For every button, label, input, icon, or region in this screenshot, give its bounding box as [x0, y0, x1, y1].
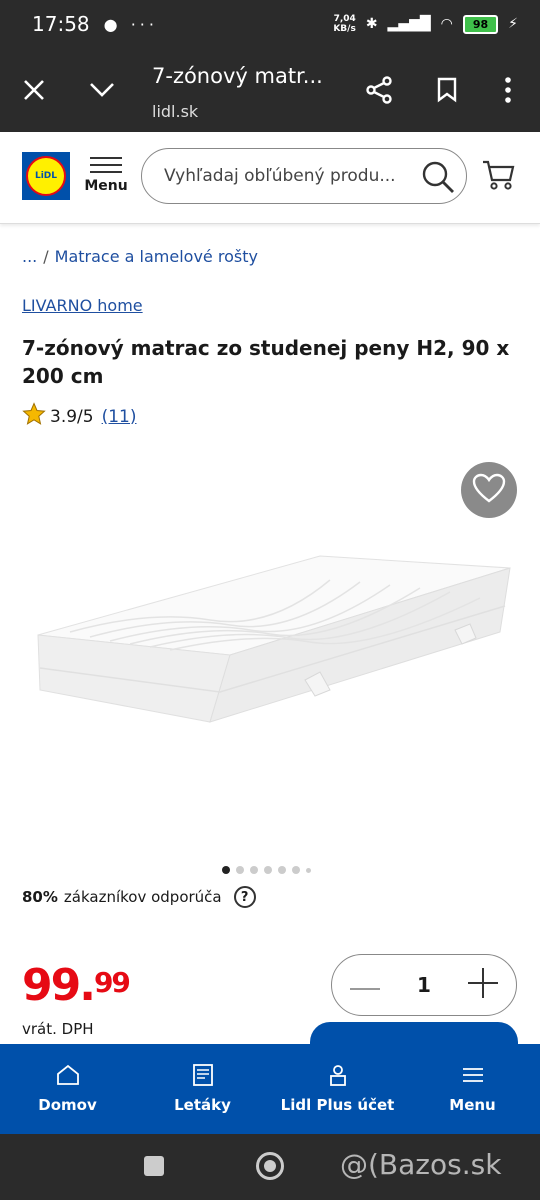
recommend-text: zákazníkov odporúča: [63, 888, 222, 906]
quantity-value[interactable]: 1: [417, 973, 431, 997]
carousel-dot[interactable]: [292, 866, 300, 874]
browser-toolbar: 7-zónový matr... lidl.sk: [0, 48, 540, 132]
page-title: 7-zónový matr...: [152, 64, 323, 88]
star-icon: [22, 402, 46, 431]
price-integer: 99.: [22, 960, 96, 1011]
battery-icon: 98: [462, 14, 499, 34]
chevron-down-icon[interactable]: [84, 72, 120, 108]
home-button[interactable]: [256, 1152, 284, 1180]
watermark: @(Bazos.sk: [340, 1148, 502, 1181]
search-box[interactable]: [141, 148, 467, 204]
leaflet-icon: [191, 1064, 215, 1090]
menu-label: Menu: [84, 178, 128, 194]
url-host[interactable]: lidl.sk: [152, 102, 198, 121]
carousel-dot[interactable]: [222, 866, 230, 874]
bottom-nav: Domov Letáky Lidl Plus účet Menu: [0, 1044, 540, 1134]
hamburger-icon: [84, 157, 128, 173]
carousel-dot[interactable]: [236, 866, 244, 874]
rating-count-link[interactable]: (11): [102, 407, 137, 427]
rating: 3.9/5 (11): [22, 402, 137, 431]
recommendation: 80% zákazníkov odporúča ?: [22, 886, 256, 908]
site-header: LiDL Menu: [0, 132, 540, 224]
brand-link[interactable]: LIVARNO home: [22, 296, 143, 315]
recents-button[interactable]: [144, 1156, 164, 1176]
rating-value: 3.9/5: [50, 406, 94, 427]
menu-icon: [461, 1064, 485, 1090]
breadcrumb-separator: /: [43, 247, 49, 266]
product-image[interactable]: [30, 540, 520, 740]
price: 99.99: [22, 960, 131, 1011]
help-icon[interactable]: ?: [233, 886, 256, 908]
vat-note: vrát. DPH: [22, 1020, 94, 1038]
home-icon: [56, 1064, 80, 1090]
product-title: 7-zónový matrac zo studenej peny H2, 90 …: [22, 336, 510, 388]
plus-icon[interactable]: [467, 968, 498, 1002]
nav-item-menu[interactable]: Menu: [405, 1044, 540, 1134]
nav-item-leaflets[interactable]: Letáky: [135, 1044, 270, 1134]
price-decimal: 99: [93, 966, 131, 999]
carousel-dot[interactable]: [264, 866, 272, 874]
breadcrumb-category[interactable]: Matrace a lamelové rošty: [55, 247, 258, 266]
carousel-dot[interactable]: [250, 866, 258, 874]
status-right: 7,04 KB/s ✱ ▂▄▆█ ◠ 98 ⚡: [333, 14, 518, 34]
carousel-dot[interactable]: [306, 867, 311, 873]
bookmark-icon[interactable]: [429, 72, 465, 108]
signal-icon: ▂▄▆█: [387, 16, 431, 32]
quantity-stepper[interactable]: 1: [331, 954, 517, 1016]
nav-label: Menu: [449, 1096, 496, 1114]
more-vertical-icon[interactable]: [490, 72, 526, 108]
breadcrumb: ... / Matrace a lamelové rošty: [22, 247, 258, 266]
search-icon[interactable]: [420, 159, 456, 199]
share-icon[interactable]: [361, 72, 397, 108]
charging-icon: ⚡: [508, 16, 518, 32]
nav-item-lidl-plus[interactable]: Lidl Plus účet: [270, 1044, 405, 1134]
nav-item-home[interactable]: Domov: [0, 1044, 135, 1134]
logo-ring: LiDL: [26, 156, 66, 196]
cart-icon[interactable]: [482, 158, 516, 196]
status-bar: 17:58 ● ··· 7,04 KB/s ✱ ▂▄▆█ ◠ 98 ⚡: [0, 0, 540, 48]
wishlist-button[interactable]: [461, 462, 517, 518]
status-time: 17:58: [32, 12, 90, 36]
search-input[interactable]: [164, 166, 404, 186]
wifi-icon: ◠: [440, 16, 453, 32]
net-speed: 7,04 KB/s: [333, 14, 356, 34]
breadcrumb-ellipsis[interactable]: ...: [22, 247, 37, 266]
lidl-logo[interactable]: LiDL: [22, 152, 70, 200]
bluetooth-icon: ✱: [365, 16, 378, 32]
nav-label: Domov: [38, 1096, 97, 1114]
heart-icon: [472, 473, 506, 507]
carousel-dots[interactable]: [222, 866, 311, 874]
close-icon[interactable]: [16, 72, 52, 108]
nav-label: Letáky: [174, 1096, 231, 1114]
carousel-dot[interactable]: [278, 866, 286, 874]
recommend-percent: 80%: [22, 888, 58, 906]
minus-icon[interactable]: [350, 976, 380, 995]
system-nav-bar: @(Bazos.sk: [0, 1134, 540, 1200]
user-icon: [326, 1064, 350, 1090]
menu-button[interactable]: Menu: [84, 152, 128, 194]
notification-icons: ● ···: [103, 14, 158, 34]
nav-label: Lidl Plus účet: [280, 1096, 395, 1114]
